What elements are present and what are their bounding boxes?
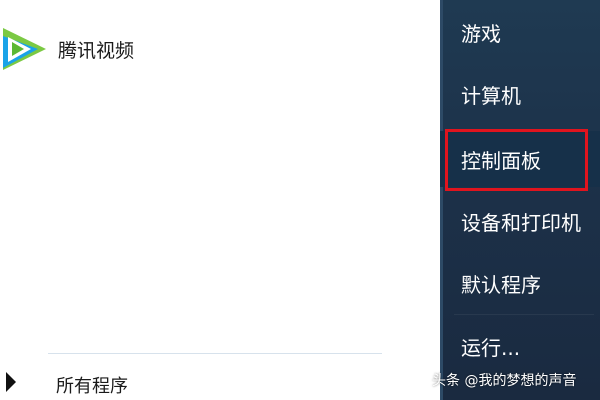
- program-label: 腾讯视频: [58, 40, 135, 62]
- nav-item-label: 控制面板: [461, 149, 541, 173]
- all-programs-button[interactable]: 所有程序: [0, 366, 400, 400]
- partial-app-icon[interactable]: [6, 0, 42, 10]
- nav-item-games[interactable]: 游戏: [440, 4, 600, 60]
- nav-item-label: 设备和打印机: [461, 211, 581, 235]
- start-menu-left-pane: 腾讯视频 所有程序: [0, 0, 440, 400]
- divider: [48, 353, 382, 354]
- nav-item-label: 计算机: [461, 84, 521, 108]
- nav-item-label: 默认程序: [461, 273, 541, 297]
- program-item-tencent-video[interactable]: 腾讯视频: [0, 24, 300, 70]
- nav-item-control-panel[interactable]: 控制面板: [440, 131, 600, 187]
- nav-item-computer[interactable]: 计算机: [440, 66, 600, 122]
- start-menu-right-pane: 游戏 计算机 控制面板 设备和打印机 默认程序 运行...: [440, 0, 600, 400]
- tencent-video-icon: [0, 24, 50, 78]
- separator: [454, 314, 594, 315]
- nav-item-default-programs[interactable]: 默认程序: [440, 255, 600, 311]
- all-programs-label: 所有程序: [56, 376, 128, 397]
- watermark: 头条 @我的梦想的声音: [432, 373, 577, 389]
- nav-item-run[interactable]: 运行...: [440, 318, 600, 374]
- nav-item-devices-and-printers[interactable]: 设备和打印机: [440, 193, 600, 249]
- arrow-right-icon: [4, 370, 18, 398]
- nav-item-label: 游戏: [461, 22, 501, 46]
- nav-item-label: 运行...: [461, 336, 521, 360]
